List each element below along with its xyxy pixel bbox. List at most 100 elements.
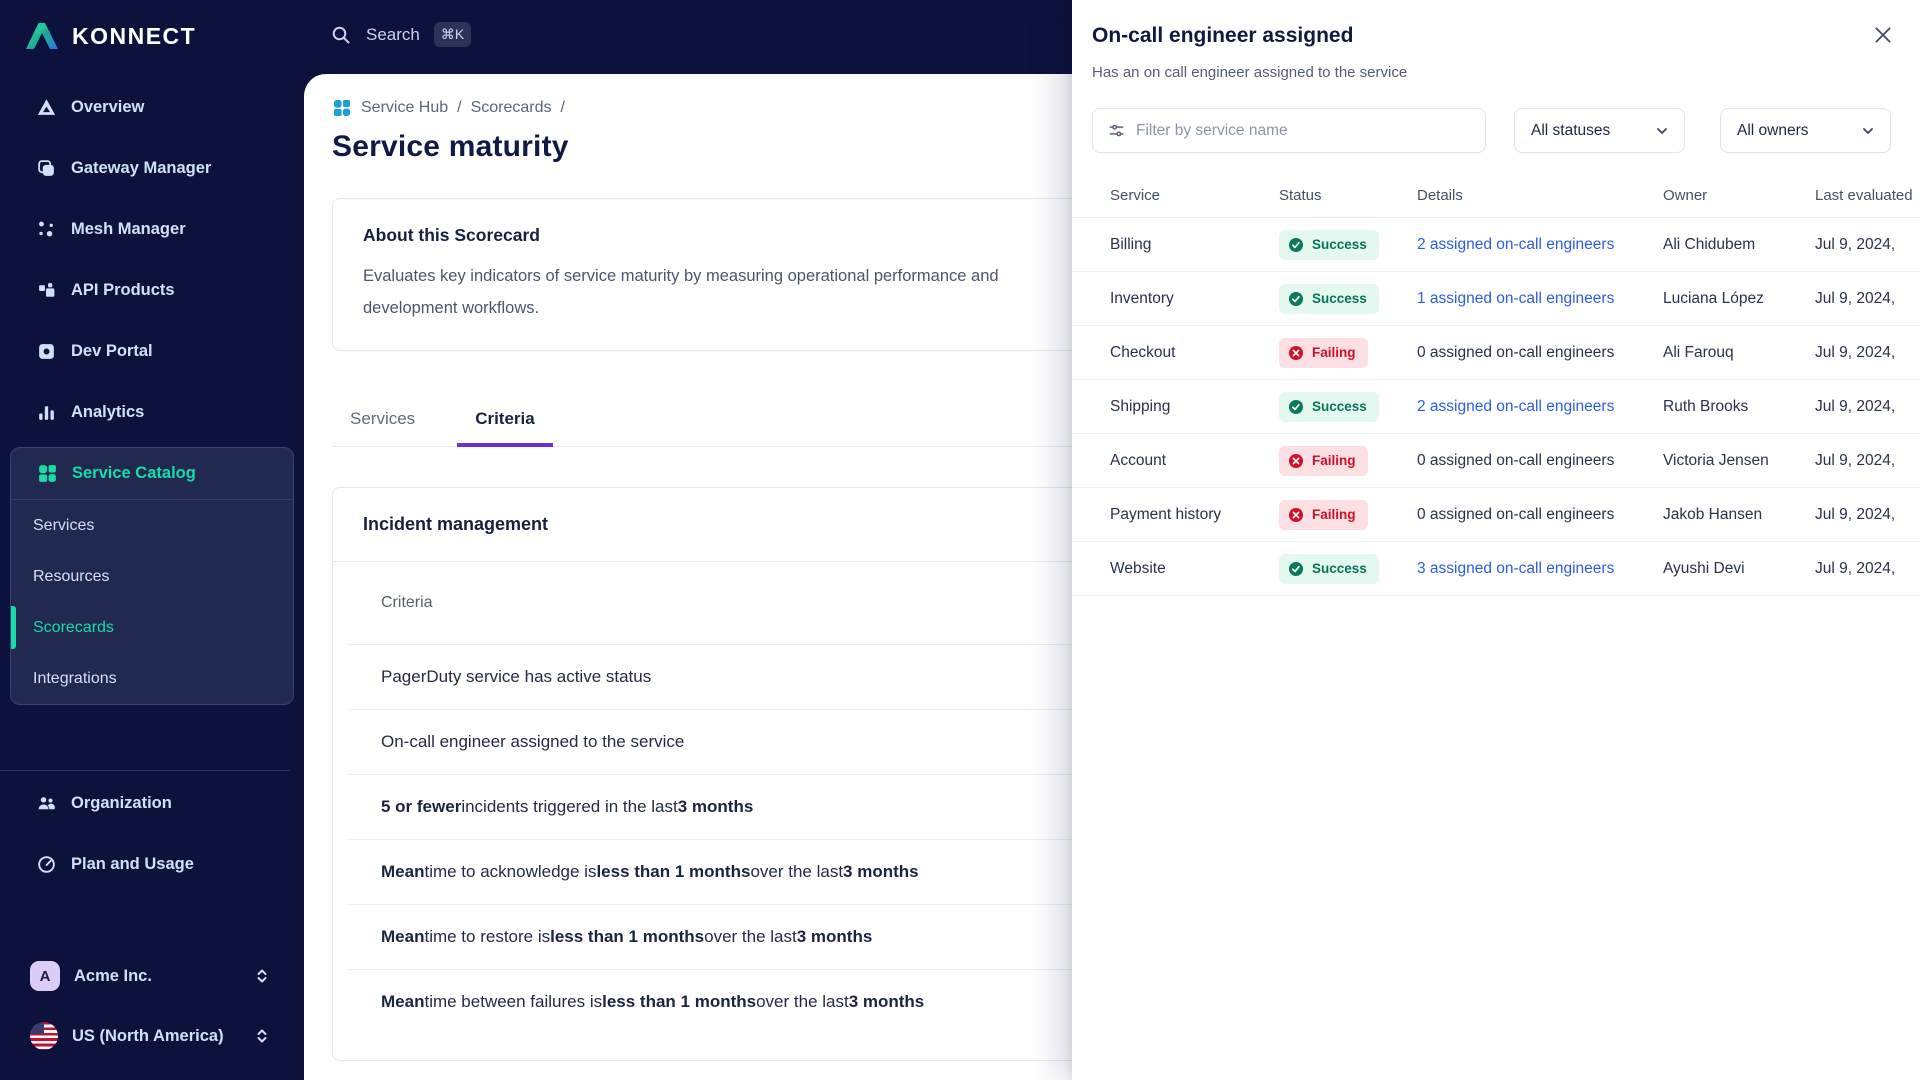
service-name-filter-input[interactable] (1136, 122, 1471, 140)
bar-chart-icon (36, 402, 57, 423)
sidebar-item-overview[interactable]: Overview (0, 77, 290, 138)
panel-subtitle: Has an on call engineer assigned to the … (1092, 64, 1407, 81)
close-icon[interactable] (1872, 24, 1894, 46)
konnect-logo[interactable]: KONNECT (22, 16, 196, 56)
tab-services[interactable]: Services (332, 399, 433, 447)
global-search[interactable]: Search ⌘K (330, 22, 471, 47)
details-link[interactable]: 3 assigned on-call engineers (1417, 560, 1663, 578)
sidebar-item-label: Mesh Manager (71, 220, 186, 239)
status-cell: Failing (1279, 500, 1417, 530)
owner-cell: Ali Chidubem (1663, 236, 1815, 254)
last-evaluated-cell: Jul 9, 2024, (1815, 290, 1920, 308)
konnect-logo-mark-icon (22, 16, 62, 56)
sidebar-switchers: A Acme Inc. US (North America) (0, 946, 290, 1066)
tab-criteria[interactable]: Criteria (457, 399, 553, 447)
search-label: Search (366, 25, 420, 45)
breadcrumb-service-hub[interactable]: Service Hub (361, 99, 448, 117)
sidebar-nav-footer: Organization Plan and Usage (0, 770, 290, 895)
services-table-header: ServiceStatusDetailsOwnerLast evaluated (1072, 174, 1920, 218)
last-evaluated-cell: Jul 9, 2024, (1815, 344, 1920, 362)
details-link[interactable]: 1 assigned on-call engineers (1417, 290, 1663, 308)
owner-cell: Luciana López (1663, 290, 1815, 308)
status-badge: Success (1279, 230, 1379, 260)
sidebar-item-mesh-manager[interactable]: Mesh Manager (0, 199, 290, 260)
sidebar-item-gateway-manager[interactable]: Gateway Manager (0, 138, 290, 199)
table-column-header-owner: Owner (1663, 187, 1815, 204)
status-cell: Success (1279, 230, 1417, 260)
konnect-mark-icon (36, 97, 57, 118)
owner-cell: Jakob Hansen (1663, 506, 1815, 524)
owner-cell: Ayushi Devi (1663, 560, 1815, 578)
sidebar-item-service-catalog[interactable]: Service Catalog (11, 448, 293, 500)
sidebar-subitem-integrations[interactable]: Integrations (11, 653, 293, 704)
sidebar-item-organization[interactable]: Organization (0, 773, 290, 834)
table-column-header-status: Status (1279, 187, 1417, 204)
sidebar-subitem-resources[interactable]: Resources (11, 551, 293, 602)
sidebar-item-label: API Products (71, 281, 175, 300)
details-link[interactable]: 2 assigned on-call engineers (1417, 398, 1663, 416)
sidebar-item-label: Gateway Manager (71, 159, 211, 178)
service-cell: Billing (1072, 236, 1279, 254)
sidebar-item-label: Service Catalog (72, 464, 196, 483)
breadcrumb-scorecards[interactable]: Scorecards (471, 99, 552, 117)
sidebar-item-label: Overview (71, 98, 144, 117)
table-column-header-details: Details (1417, 187, 1663, 204)
region-name: US (North America) (72, 1027, 240, 1046)
panel-title: On-call engineer assigned (1092, 24, 1353, 48)
details-text: 0 assigned on-call engineers (1417, 344, 1663, 362)
table-row: Inventory Success 1 assigned on-call eng… (1072, 272, 1920, 326)
status-cell: Success (1279, 284, 1417, 314)
logo-wordmark: KONNECT (72, 23, 196, 50)
service-name-filter[interactable] (1092, 108, 1486, 153)
sidebar-item-label: Plan and Usage (71, 855, 194, 874)
sidebar-item-plan-and-usage[interactable]: Plan and Usage (0, 834, 290, 895)
sidebar-item-analytics[interactable]: Analytics (0, 382, 290, 443)
oncall-engineer-panel: On-call engineer assigned Has an on call… (1072, 0, 1920, 1080)
last-evaluated-cell: Jul 9, 2024, (1815, 236, 1920, 254)
sidebar-item-api-products[interactable]: API Products (0, 260, 290, 321)
table-column-header-service: Service (1072, 187, 1279, 204)
sidebar-catalog-subitems: ServicesResourcesScorecardsIntegrations (11, 500, 293, 704)
x-circle-icon (1288, 507, 1304, 523)
status-select[interactable]: All statuses (1514, 108, 1685, 153)
search-shortcut-badge: ⌘K (434, 22, 471, 47)
last-evaluated-cell: Jul 9, 2024, (1815, 560, 1920, 578)
sidebar-item-label: Dev Portal (71, 342, 153, 361)
sidebar-item-dev-portal[interactable]: Dev Portal (0, 321, 290, 382)
panel-filters: All statuses All owners (1092, 108, 1891, 153)
org-name: Acme Inc. (74, 967, 240, 986)
check-circle-icon (1288, 237, 1304, 253)
org-avatar: A (30, 961, 60, 991)
service-cell: Payment history (1072, 506, 1279, 524)
owner-cell: Victoria Jensen (1663, 452, 1815, 470)
services-table-body: Billing Success 2 assigned on-call engin… (1072, 218, 1920, 596)
chevrons-up-down-icon (254, 1028, 270, 1044)
sidebar-subitem-scorecards[interactable]: Scorecards (11, 602, 293, 653)
details-link[interactable]: 2 assigned on-call engineers (1417, 236, 1663, 254)
table-row: Billing Success 2 assigned on-call engin… (1072, 218, 1920, 272)
sidebar-section-service-catalog: Service Catalog ServicesResourcesScoreca… (10, 447, 294, 705)
owner-cell: Ali Farouq (1663, 344, 1815, 362)
service-cell: Checkout (1072, 344, 1279, 362)
dev-portal-icon (36, 341, 57, 362)
chevron-down-icon (1860, 123, 1876, 139)
chevrons-up-down-icon (254, 968, 270, 984)
details-text: 0 assigned on-call engineers (1417, 506, 1663, 524)
table-row: Shipping Success 2 assigned on-call engi… (1072, 380, 1920, 434)
service-cell: Website (1072, 560, 1279, 578)
status-cell: Failing (1279, 338, 1417, 368)
status-cell: Success (1279, 554, 1417, 584)
grid-icon (332, 98, 352, 118)
owner-select[interactable]: All owners (1720, 108, 1891, 153)
status-badge: Failing (1279, 338, 1368, 368)
sidebar-nav-main: Overview Gateway Manager Mesh Manager API P… (0, 77, 290, 443)
service-cell: Inventory (1072, 290, 1279, 308)
check-circle-icon (1288, 291, 1304, 307)
gauge-icon (36, 854, 57, 875)
region-switcher[interactable]: US (North America) (0, 1006, 290, 1066)
service-cell: Shipping (1072, 398, 1279, 416)
service-cell: Account (1072, 452, 1279, 470)
org-switcher[interactable]: A Acme Inc. (0, 946, 290, 1006)
status-badge: Failing (1279, 500, 1368, 530)
sidebar-subitem-services[interactable]: Services (11, 500, 293, 551)
